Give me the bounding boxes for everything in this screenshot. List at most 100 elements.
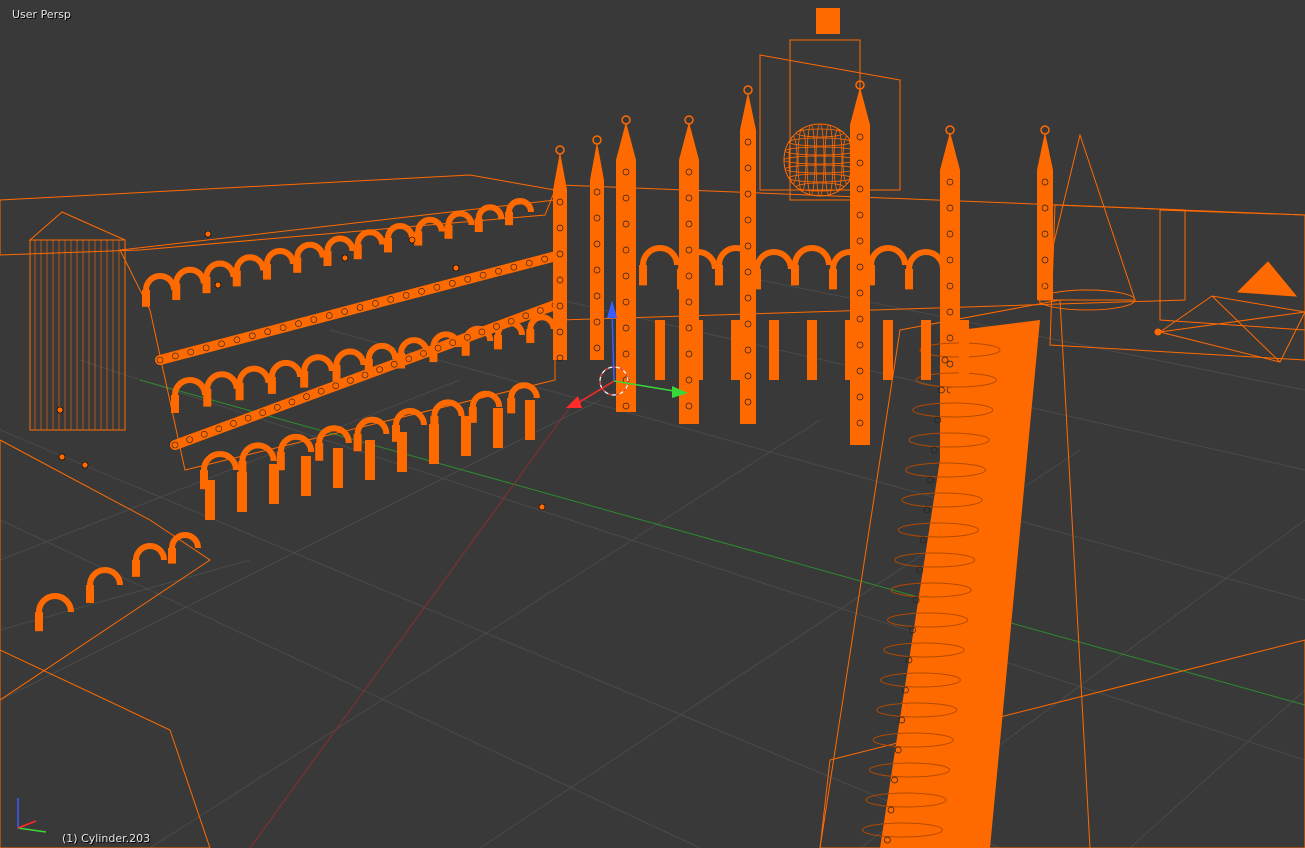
rail-bead: [156, 356, 164, 364]
rail-bead: [495, 267, 502, 275]
arch-pillar: [172, 283, 181, 300]
arcade-pillar: [397, 432, 407, 472]
rail-bead: [464, 334, 471, 341]
front-arch: [133, 543, 167, 561]
arcade-arch: [294, 241, 326, 258]
arch-pillar: [474, 218, 483, 232]
rail-bead: [493, 323, 500, 330]
arcade-pillar: [461, 416, 471, 456]
rail-bead: [537, 307, 544, 314]
arch-pillar: [505, 212, 513, 226]
arch-pillar: [300, 371, 309, 388]
back-pillar: [921, 320, 931, 380]
selected-objects[interactable]: [0, 8, 1305, 848]
arch-pillar: [384, 238, 392, 253]
rail-bead: [387, 296, 395, 303]
back-pillar: [845, 320, 855, 380]
object-origin-dot: [204, 230, 212, 238]
arch-pillar: [132, 560, 140, 577]
sphere-ring: [784, 146, 856, 156]
back-arch: [868, 245, 908, 266]
object-origin-dot[interactable]: [538, 503, 546, 511]
back-pillar: [655, 320, 665, 380]
arcade-arch: [415, 216, 445, 232]
rail-bead: [541, 255, 548, 263]
rail-bead: [479, 271, 487, 279]
rail-bead: [478, 328, 486, 336]
object-origin-dot: [341, 254, 349, 262]
arch-pillar: [353, 434, 362, 452]
arcade-arch: [365, 342, 399, 360]
rail-bead: [522, 312, 530, 320]
arcade-arch: [268, 359, 304, 378]
rail-bead: [264, 328, 271, 336]
tower-roof: [28, 211, 126, 241]
rail-bead: [186, 436, 193, 443]
vertex-dot: [920, 536, 927, 544]
rail-bead: [376, 366, 383, 373]
rail-bead: [233, 336, 241, 344]
front-arch: [36, 593, 74, 613]
view-name-label: User Persp: [12, 8, 71, 21]
rail-bead: [361, 371, 369, 379]
arcade-pillar: [493, 408, 503, 448]
arcade-arch: [354, 416, 390, 435]
front-arch: [169, 532, 201, 549]
rail-bead: [303, 393, 310, 400]
spire-tip: [740, 92, 756, 130]
arch-pillar: [168, 548, 176, 564]
arch-pillar: [639, 265, 647, 286]
arcade-pillar: [365, 440, 375, 480]
arch-pillar: [142, 290, 150, 307]
tower-top: [816, 8, 840, 34]
rail-bead: [317, 387, 325, 395]
arch-pillar: [171, 395, 179, 413]
back-pillar: [693, 320, 703, 380]
camera-object[interactable]: [1154, 261, 1305, 363]
rail-bead: [215, 425, 223, 433]
sphere-ring: [833, 128, 843, 192]
arcade-pillar: [269, 464, 279, 504]
arcade-arch: [316, 425, 352, 444]
rail-bead: [402, 292, 410, 299]
spire-tip: [553, 152, 567, 190]
arcade-arch: [173, 266, 207, 284]
arch-pillar: [263, 264, 271, 280]
object-origin-dot: [58, 453, 66, 461]
arch-pillar: [323, 251, 332, 266]
arcade-arch: [264, 248, 296, 265]
rail-bead: [418, 288, 425, 295]
arcade-arch: [527, 314, 557, 330]
rail-bead: [244, 414, 252, 422]
rail-bead: [372, 300, 379, 307]
rail-bead: [288, 398, 296, 406]
vertex-dot: [923, 506, 931, 514]
sphere-ring: [824, 124, 834, 196]
sphere-ring: [815, 123, 825, 197]
rail-bead: [341, 308, 348, 315]
axis-gizmo-icon: [17, 798, 47, 833]
arch-pillar: [202, 277, 211, 294]
rail-bead: [325, 312, 333, 319]
wireframe-outline: [789, 39, 861, 201]
foreground-column: [880, 320, 1040, 848]
scene-wireframe[interactable]: [0, 0, 1305, 848]
arcade-arch: [506, 198, 534, 213]
arch-pillar: [203, 389, 212, 407]
3d-viewport[interactable]: User Persp (1) Cylinder.203: [0, 0, 1305, 848]
rail-bead: [433, 284, 441, 291]
rail-bead: [259, 409, 266, 416]
back-pillar: [959, 320, 969, 380]
spire-tip: [616, 122, 636, 160]
rail-bead: [295, 320, 302, 327]
sphere-ring: [806, 124, 816, 196]
spire-tip: [940, 132, 960, 170]
rail-bead: [171, 441, 179, 449]
rail-bead: [449, 339, 456, 346]
rail-bead: [525, 259, 533, 267]
arch-pillar: [315, 443, 324, 461]
arcade-arch: [393, 408, 427, 426]
column: [850, 125, 870, 445]
arcade-arch: [508, 382, 540, 399]
wireframe-outline: [1159, 209, 1305, 331]
